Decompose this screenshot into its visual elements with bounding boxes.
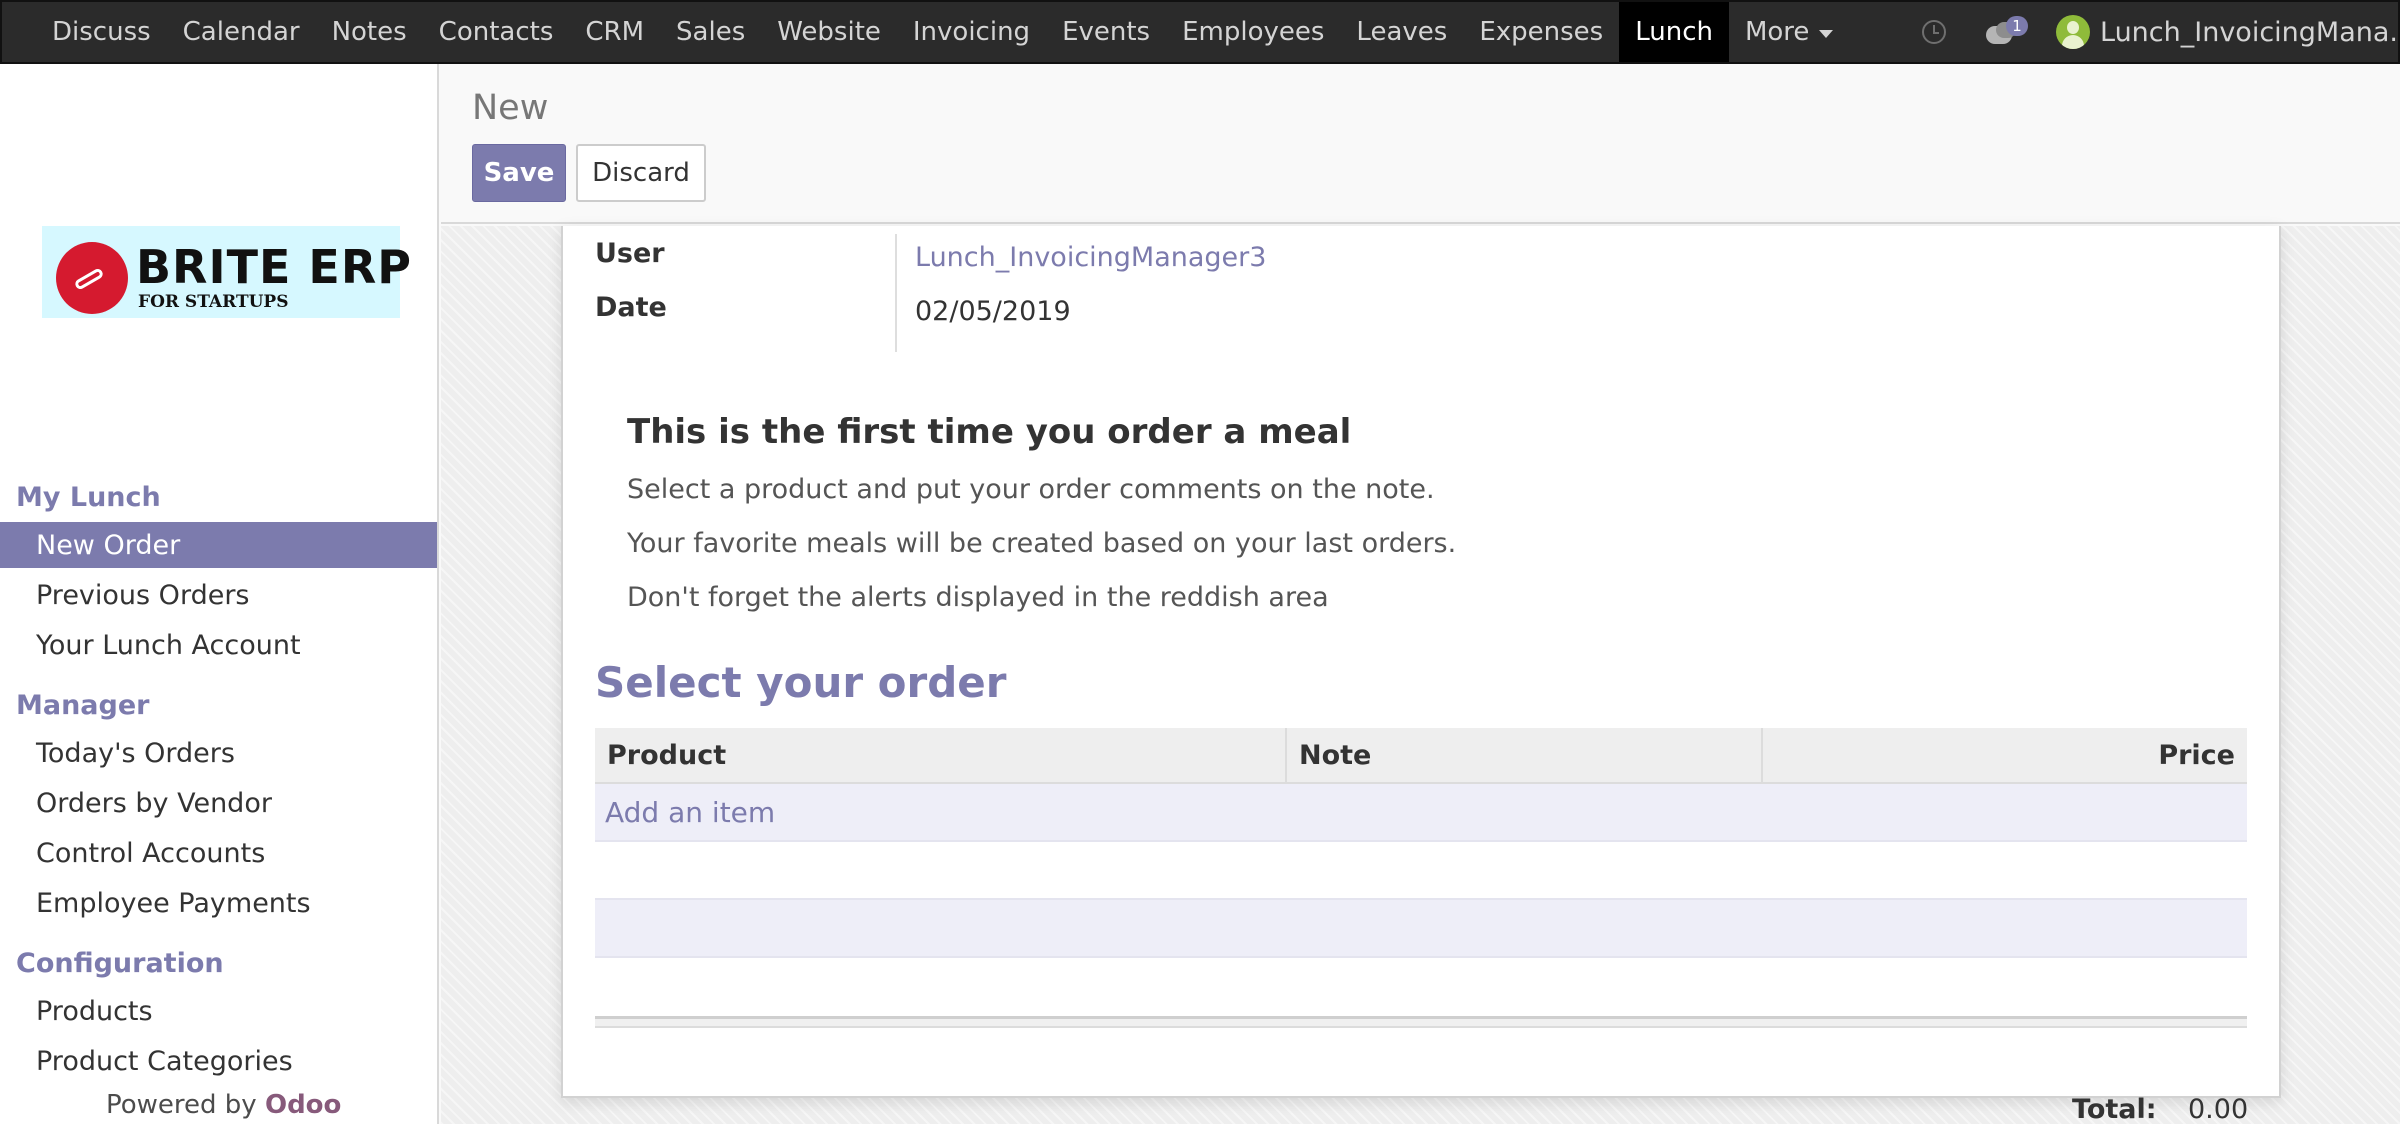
logo-subtitle: FOR STARTUPS — [138, 292, 289, 312]
powered-by: Powered by Odoo — [106, 1090, 341, 1120]
section-configuration: Configuration — [16, 948, 224, 979]
odoo-link[interactable]: Odoo — [265, 1090, 341, 1120]
sidebar-item-control-accounts[interactable]: Control Accounts — [0, 830, 437, 876]
help-line-1: Select a product and put your order comm… — [627, 474, 1435, 505]
add-item-button[interactable]: Add an item — [595, 784, 2247, 842]
help-line-3: Don't forget the alerts displayed in the… — [627, 582, 1329, 613]
more-label: More — [1744, 17, 1810, 47]
user-field[interactable]: Lunch_InvoicingManager3 — [915, 242, 1266, 273]
menu-more[interactable]: More — [1729, 2, 1849, 62]
menu-leaves[interactable]: Leaves — [1340, 2, 1463, 62]
sidebar-item-product-categories[interactable]: Product Categories — [0, 1038, 437, 1084]
table-row — [595, 842, 2247, 900]
form-view: User Lunch_InvoicingManager3 Date 02/05/… — [441, 226, 2400, 1124]
menu-contacts[interactable]: Contacts — [423, 2, 570, 62]
avatar[interactable] — [2056, 15, 2090, 49]
save-button[interactable]: Save — [472, 144, 566, 202]
company-logo[interactable]: BRITE ERP FOR STARTUPS — [42, 226, 411, 318]
table-row — [595, 958, 2247, 1016]
section-my-lunch: My Lunch — [16, 482, 161, 513]
messages-badge: 1 — [2006, 16, 2028, 36]
total-value: 0.00 — [2188, 1094, 2249, 1124]
breadcrumb: New — [472, 88, 549, 128]
powered-by-label: Powered by — [106, 1090, 257, 1120]
sidebar-item-previous-orders[interactable]: Previous Orders — [0, 572, 437, 618]
menu-employees[interactable]: Employees — [1166, 2, 1340, 62]
table-footer — [595, 1016, 2247, 1028]
control-panel: New Save Discard — [441, 64, 2400, 224]
menu-calendar[interactable]: Calendar — [167, 2, 316, 62]
table-header: Product Note Price — [595, 728, 2247, 784]
caret-down-icon — [1819, 30, 1834, 38]
sidebar-item-your-lunch-account[interactable]: Your Lunch Account — [0, 622, 437, 668]
order-lines-table: Product Note Price Add an item — [595, 728, 2247, 1028]
menu-discuss[interactable]: Discuss — [36, 2, 167, 62]
column-product[interactable]: Product — [595, 728, 1287, 782]
messages-button[interactable]: 1 — [1984, 16, 2034, 48]
menu-lunch[interactable]: Lunch — [1619, 2, 1729, 62]
menu-notes[interactable]: Notes — [316, 2, 423, 62]
top-navbar: Discuss Calendar Notes Contacts CRM Sale… — [0, 0, 2400, 64]
field-separator — [895, 234, 897, 352]
app-menu: Discuss Calendar Notes Contacts CRM Sale… — [2, 2, 1849, 62]
form-sheet: User Lunch_InvoicingManager3 Date 02/05/… — [561, 226, 2281, 1098]
order-heading: Select your order — [595, 658, 1007, 707]
user-menu[interactable]: Lunch_InvoicingMana... — [2100, 17, 2398, 48]
help-title: This is the first time you order a meal — [627, 412, 1352, 452]
section-manager: Manager — [16, 690, 150, 721]
menu-crm[interactable]: CRM — [569, 2, 660, 62]
clock-icon[interactable] — [1922, 20, 1946, 44]
logo-title: BRITE ERP — [136, 240, 412, 294]
menu-website[interactable]: Website — [761, 2, 897, 62]
sidebar-item-new-order[interactable]: New Order — [0, 522, 437, 568]
menu-events[interactable]: Events — [1046, 2, 1166, 62]
menu-expenses[interactable]: Expenses — [1463, 2, 1619, 62]
date-label: Date — [595, 292, 667, 323]
sidebar-item-products[interactable]: Products — [0, 988, 437, 1034]
logo-mark-icon — [56, 242, 128, 314]
sidebar-item-todays-orders[interactable]: Today's Orders — [0, 730, 437, 776]
discard-button[interactable]: Discard — [576, 144, 706, 202]
column-note[interactable]: Note — [1287, 728, 1763, 782]
sidebar-item-orders-by-vendor[interactable]: Orders by Vendor — [0, 780, 437, 826]
systray: 1 Lunch_InvoicingMana... — [1922, 2, 2398, 62]
menu-invoicing[interactable]: Invoicing — [897, 2, 1046, 62]
sidebar-item-employee-payments[interactable]: Employee Payments — [0, 880, 437, 926]
menu-sales[interactable]: Sales — [660, 2, 761, 62]
column-price[interactable]: Price — [1763, 728, 2247, 782]
help-line-2: Your favorite meals will be created base… — [627, 528, 1457, 559]
table-row — [595, 900, 2247, 958]
sidebar: BRITE ERP FOR STARTUPS My Lunch New Orde… — [0, 64, 439, 1124]
user-label: User — [595, 238, 665, 269]
date-field[interactable]: 02/05/2019 — [915, 296, 1071, 327]
total-label: Total: — [2072, 1094, 2157, 1124]
